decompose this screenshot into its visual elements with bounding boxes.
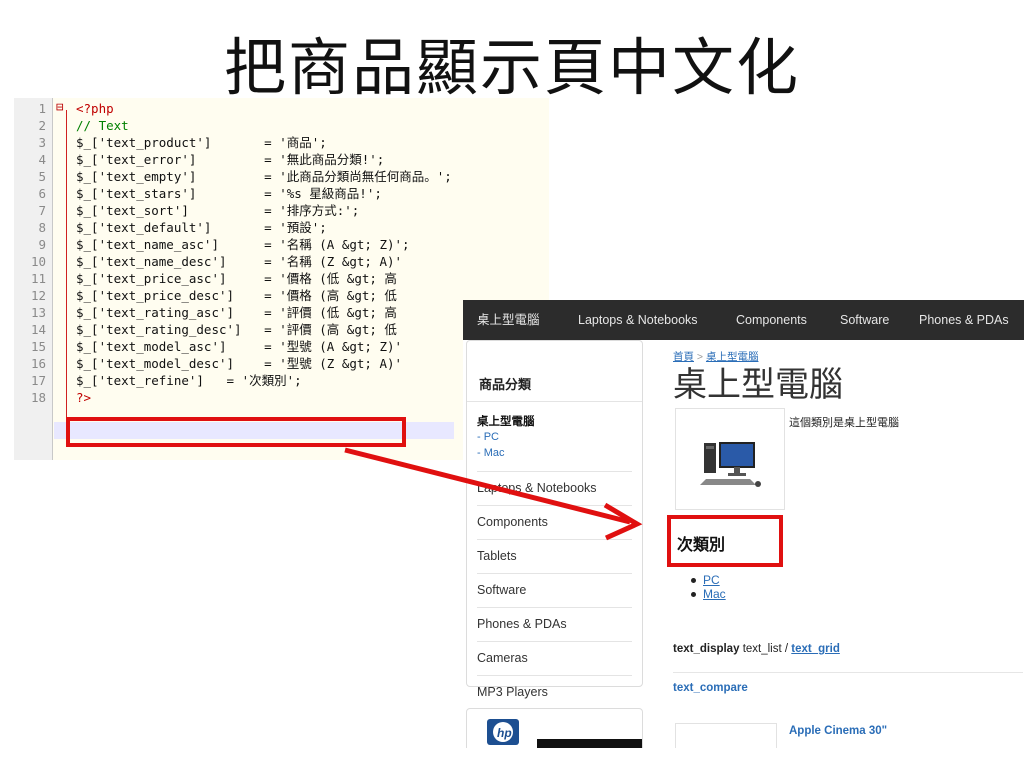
line-number: 16 [30,356,46,371]
sidebar-divider [477,505,632,506]
sidebar-divider [477,573,632,574]
line-number: 4 [38,152,46,167]
code-text[interactable]: $_['text_error'] = '無此商品分類!'; [76,151,384,168]
line-number: 7 [38,203,46,218]
line-number: 11 [30,271,46,286]
code-text[interactable]: $_['text_name_asc'] = '名稱 (A &gt; Z)'; [76,236,410,253]
code-line: 9 $_['text_name_asc'] = '名稱 (A &gt; Z)'; [14,236,549,253]
category-sidebar: 商品分類 桌上型電腦 - PC - Mac Laptops & Notebook… [466,340,643,699]
sidebar-item-cameras[interactable]: Cameras [477,651,632,665]
store-page-screenshot: 桌上型電腦 Laptops & Notebooks Components Sof… [463,300,1024,748]
sidebar-item-software[interactable]: Software [477,583,632,597]
sidebar-divider [477,675,632,676]
refine-heading: 次類別 [677,537,726,554]
code-text[interactable]: $_['text_model_desc'] = '型號 (Z &gt; A)' [76,355,402,372]
category-description: 這個類別是桌上型電腦 [789,417,899,429]
sidebar-divider [477,471,632,472]
line-number: 15 [30,339,46,354]
code-line: 4 $_['text_error'] = '無此商品分類!'; [14,151,549,168]
code-text[interactable]: $_['text_empty'] = '此商品分類尚無任何商品。'; [76,168,452,185]
nav-item-software[interactable]: Software [840,300,889,340]
brand-banner[interactable]: hp [466,708,643,748]
product-image[interactable] [675,723,777,748]
sidebar-subitem-mac[interactable]: - Mac [477,447,632,459]
code-text[interactable]: $_['text_stars'] = '%s 星級商品!'; [76,185,382,202]
sidebar-item-mp3[interactable]: MP3 Players [477,685,632,699]
page-title: 桌上型電腦 [673,365,843,405]
line-number: 12 [30,288,46,303]
refine-heading-highlight-box: 次類別 [667,515,783,567]
line-number: 9 [38,237,46,252]
code-text[interactable]: $_['text_product'] = '商品'; [76,134,327,151]
svg-text:hp: hp [497,726,512,740]
nav-item-desktops[interactable]: 桌上型電腦 [477,300,540,340]
category-content: 首頁 > 桌上型電腦 桌上型電腦 這個類別是桌上型電腦 次類別 PC Mac t… [667,340,1023,748]
code-line: 7 $_['text_sort'] = '排序方式:'; [14,202,549,219]
sidebar-item-components[interactable]: Components [477,515,632,529]
sidebar-subitem-pc[interactable]: - PC [477,431,632,443]
sidebar-item-desktops[interactable]: 桌上型電腦 [477,413,632,429]
nav-item-components[interactable]: Components [736,300,807,340]
code-text[interactable]: $_['text_refine'] = '次類別'; [76,372,302,389]
sidebar-divider [477,607,632,608]
refine-link-mac[interactable]: Mac [691,587,726,601]
display-toggle: text_display text_list / text_grid [673,643,840,655]
code-text[interactable]: $_['text_rating_asc'] = '評價 (低 &gt; 高 [76,304,397,321]
refine-link-pc[interactable]: PC [691,573,726,587]
code-text[interactable]: $_['text_default'] = '預設'; [76,219,327,236]
sidebar-item-tablets[interactable]: Tablets [477,549,632,563]
code-text[interactable]: ?> [76,389,91,406]
sidebar-heading: 商品分類 [479,377,532,392]
hp-logo-icon: hp [487,719,642,748]
code-line: 10 $_['text_name_desc'] = '名稱 (Z &gt; A)' [14,253,549,270]
code-line: 8 $_['text_default'] = '預設'; [14,219,549,236]
slide-title: 把商品顯示頁中文化 [223,31,800,104]
content-divider [673,672,1023,673]
sidebar-divider [477,641,632,642]
code-text[interactable]: $_['text_price_asc'] = '價格 (低 &gt; 高 [76,270,397,287]
code-line: 1 <?php [14,100,549,117]
code-text[interactable]: $_['text_price_desc'] = '價格 (高 &gt; 低 [76,287,397,304]
code-text[interactable]: $_['text_sort'] = '排序方式:'; [76,202,359,219]
sidebar-divider [477,539,632,540]
line-number: 2 [38,118,46,133]
code-text[interactable]: $_['text_name_desc'] = '名稱 (Z &gt; A)' [76,253,402,270]
refine-line-highlight-box [66,417,406,447]
code-text[interactable]: <?php [76,100,114,117]
code-line: 3 $_['text_product'] = '商品'; [14,134,549,151]
desktop-computer-icon [700,442,761,487]
product-name-link[interactable]: Apple Cinema 30" [789,725,887,737]
line-number: 6 [38,186,46,201]
code-line: 5 $_['text_empty'] = '此商品分類尚無任何商品。'; [14,168,549,185]
line-number: 5 [38,169,46,184]
line-number: 8 [38,220,46,235]
code-line: 6 $_['text_stars'] = '%s 星級商品!'; [14,185,549,202]
line-number: 17 [30,373,46,388]
code-text[interactable]: // Text [76,117,129,134]
line-number: 3 [38,135,46,150]
line-number: 1 [38,101,46,116]
display-separator: / [781,643,792,655]
line-number: 18 [30,390,46,405]
refine-list: PC Mac [691,573,726,601]
code-line: 2 // Text [14,117,549,134]
line-number: 10 [30,254,46,269]
nav-item-laptops[interactable]: Laptops & Notebooks [578,300,698,340]
display-grid-link[interactable]: text_grid [791,643,840,655]
code-text[interactable]: $_['text_rating_desc'] = '評價 (高 &gt; 低 [76,321,397,338]
monitor-icon [676,724,776,748]
display-label: text_display [673,643,740,655]
display-list-option[interactable]: text_list [743,643,782,655]
category-image [675,408,785,510]
line-number: 13 [30,305,46,320]
compare-link[interactable]: text_compare [673,682,748,694]
nav-item-phones[interactable]: Phones & PDAs [919,300,1009,340]
sidebar-divider [467,401,642,402]
code-text[interactable]: $_['text_model_asc'] = '型號 (A &gt; Z)' [76,338,402,355]
line-number: 14 [30,322,46,337]
sidebar-item-phones[interactable]: Phones & PDAs [477,617,632,631]
code-line: 11 $_['text_price_asc'] = '價格 (低 &gt; 高 [14,270,549,287]
top-navigation: 桌上型電腦 Laptops & Notebooks Components Sof… [463,300,1024,340]
sidebar-item-laptops[interactable]: Laptops & Notebooks [477,481,632,495]
